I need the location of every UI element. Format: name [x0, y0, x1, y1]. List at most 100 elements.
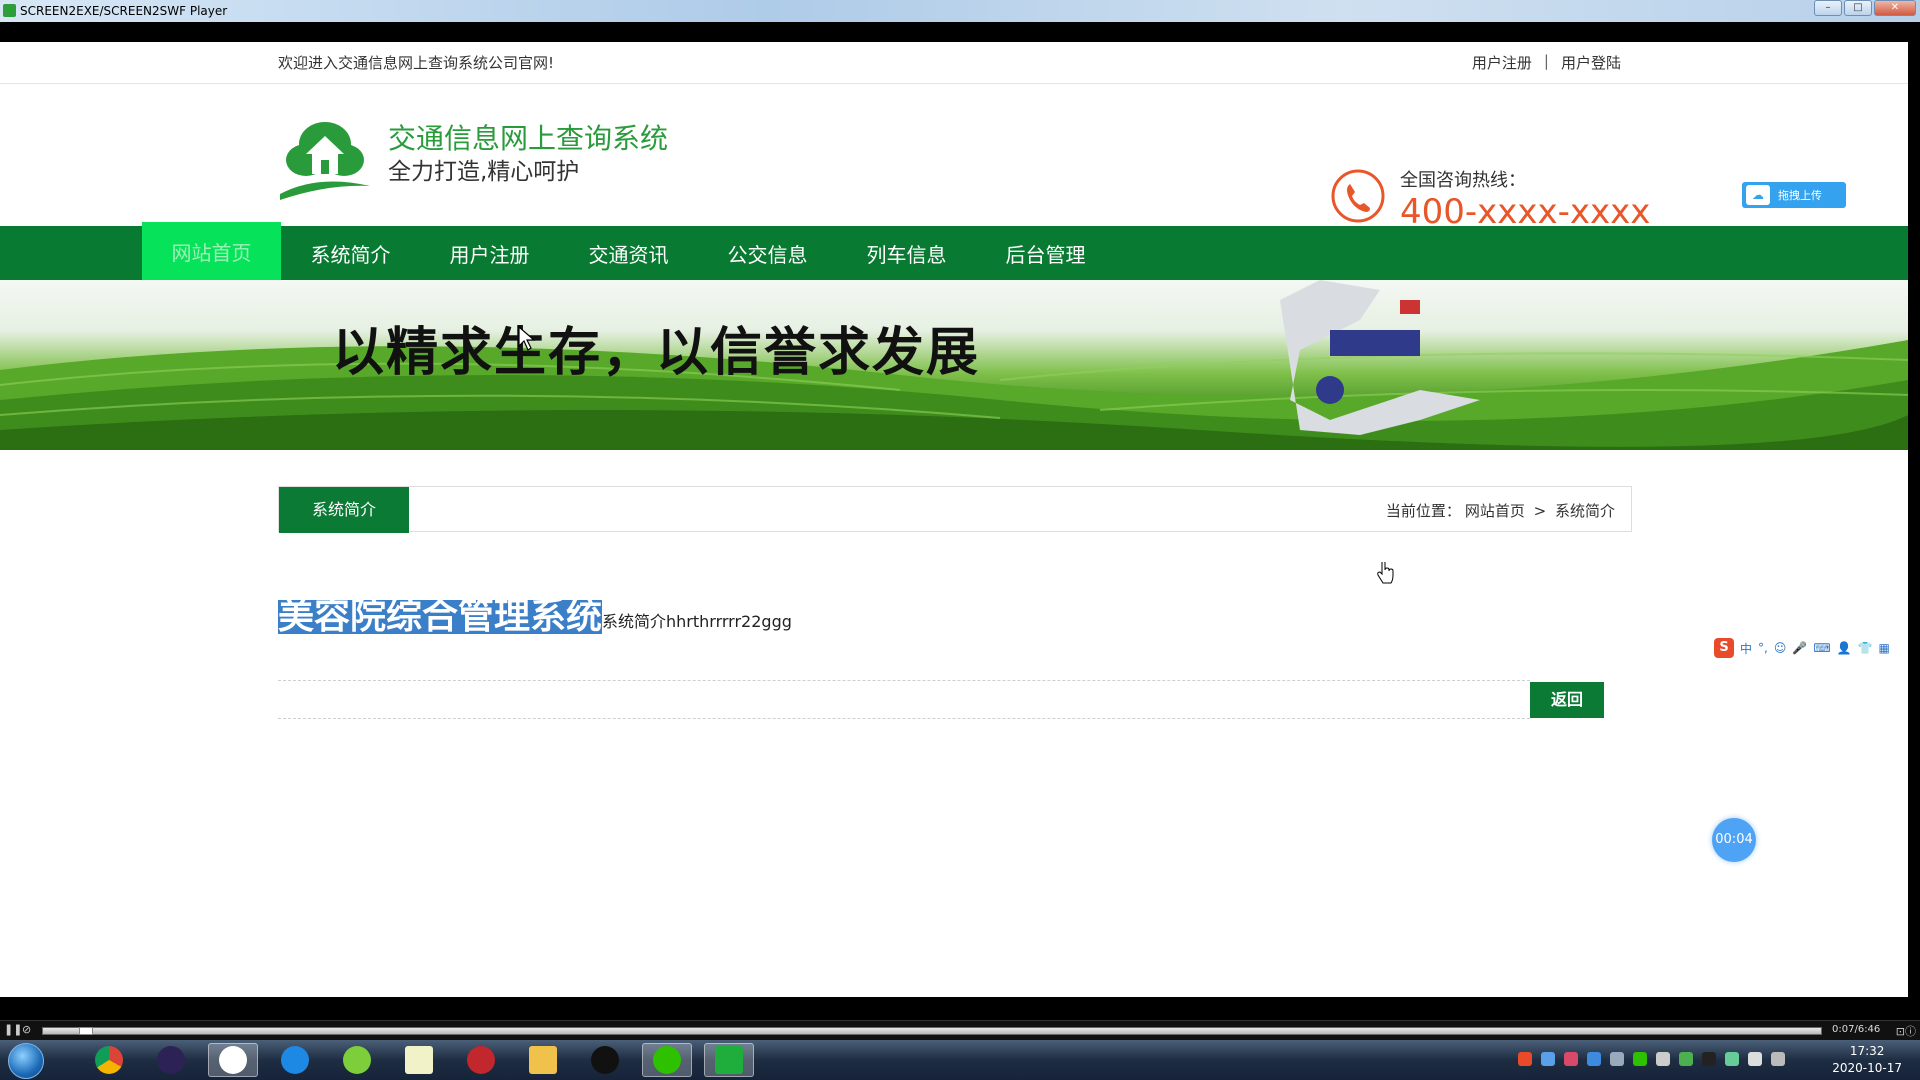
taskbar-clock[interactable]: 17:32 2020-10-17: [1832, 1043, 1902, 1077]
explorer-app[interactable]: [518, 1043, 568, 1077]
drag-upload-button[interactable]: ☁ 拖拽上传: [1742, 182, 1846, 208]
section-tab: 系统简介: [279, 487, 409, 533]
article: 美容院综合管理系统 系统简介hhrthrrrrr22ggg: [278, 599, 792, 635]
nav-item-system-intro[interactable]: 系统简介: [281, 226, 420, 280]
app-icon: [3, 4, 16, 17]
ime-user-icon[interactable]: 👤: [1837, 641, 1852, 655]
playback-progress[interactable]: [42, 1027, 1822, 1035]
playback-time: 0:07/6:46: [1832, 1024, 1881, 1035]
tray-icon-8[interactable]: [1679, 1052, 1693, 1066]
top-links: 用户注册 | 用户登陆: [1472, 52, 1621, 73]
hand-pointer-icon: [1377, 562, 1394, 584]
ime-emoji-icon[interactable]: ☺: [1774, 641, 1787, 655]
tray-icon-7[interactable]: [1656, 1052, 1670, 1066]
player-icon: [715, 1046, 743, 1074]
eclipse-icon: [157, 1046, 185, 1074]
player-controls: ❚❚ ⊘ 0:07/6:46 ⊡ⓘ: [0, 1020, 1920, 1040]
recording-timer[interactable]: 00:04: [1712, 818, 1756, 862]
mouse-pointer-icon: [518, 326, 536, 351]
clock-date: 2020-10-17: [1832, 1061, 1902, 1075]
minimize-button[interactable]: –: [1814, 0, 1842, 16]
ime-punctuation-icon[interactable]: °,: [1758, 641, 1768, 655]
screen2swf-app[interactable]: [704, 1043, 754, 1077]
flash-icon: [467, 1046, 495, 1074]
ime-voice-icon[interactable]: 🎤: [1792, 641, 1807, 655]
action-center-icon[interactable]: [1771, 1052, 1785, 1066]
chrome-app[interactable]: [84, 1043, 134, 1077]
playback-thumb[interactable]: [79, 1027, 93, 1035]
close-button[interactable]: ✕: [1874, 0, 1916, 16]
back-button[interactable]: 返回: [1530, 682, 1604, 718]
qq-tray-icon[interactable]: [1702, 1052, 1716, 1066]
nav-item-user-register[interactable]: 用户注册: [420, 226, 559, 280]
hotline-label: 全国咨询热线：: [1400, 170, 1526, 191]
site-slogan: 全力打造,精心呵护: [388, 159, 580, 185]
drag-upload-label: 拖拽上传: [1778, 189, 1822, 202]
ime-mode-toggle[interactable]: 中: [1740, 640, 1752, 657]
web-page: 欢迎进入交通信息网上查询系统公司官网! 用户注册 | 用户登陆 交通信息网上查询…: [0, 42, 1908, 997]
breadcrumb-prefix: 当前位置：: [1385, 502, 1461, 520]
login-link[interactable]: 用户登陆: [1561, 52, 1621, 73]
cloud-icon: ☁: [1746, 185, 1770, 205]
qq-icon: [591, 1046, 619, 1074]
ime-keyboard-icon[interactable]: ⌨: [1813, 641, 1830, 655]
ime-menu-icon[interactable]: ▦: [1879, 641, 1890, 655]
flash-app[interactable]: [456, 1043, 506, 1077]
house-logo-icon: [280, 122, 370, 200]
browser-app[interactable]: [270, 1043, 320, 1077]
wechat-app[interactable]: [642, 1043, 692, 1077]
start-button[interactable]: [8, 1043, 44, 1079]
phone-icon: [1331, 169, 1385, 223]
player-options-icon[interactable]: ⊡ⓘ: [1896, 1023, 1916, 1039]
hero-banner: 以精求生存，以信誉求发展: [0, 280, 1908, 450]
pause-icon[interactable]: ❚❚: [4, 1023, 22, 1037]
tray-icon-5[interactable]: [1610, 1052, 1624, 1066]
breadcrumb-current: 系统简介: [1554, 502, 1615, 520]
nav-item-home[interactable]: 网站首页: [142, 222, 281, 280]
green-app[interactable]: [332, 1043, 382, 1077]
ime-skin-icon[interactable]: 👕: [1858, 641, 1873, 655]
register-link[interactable]: 用户注册: [1472, 52, 1532, 73]
nav-item-traffic-news[interactable]: 交通资讯: [559, 226, 698, 280]
tray-icon-3[interactable]: [1564, 1052, 1578, 1066]
taskbar-apps: [84, 1043, 754, 1077]
clock-time: 17:32: [1849, 1044, 1885, 1058]
page-scrollbar[interactable]: [1908, 42, 1920, 997]
ime-toolbar: S 中 °, ☺ 🎤 ⌨ 👤 👕 ▦: [1712, 636, 1908, 660]
qq-app[interactable]: [580, 1043, 630, 1077]
chrome-icon: [95, 1046, 123, 1074]
window-title-bar: SCREEN2EXE/SCREEN2SWF Player – □ ✕: [0, 0, 1920, 22]
sogou-tray-icon[interactable]: [1518, 1052, 1532, 1066]
content-divider-bottom: [278, 718, 1530, 719]
article-body: 系统简介hhrthrrrrr22ggg: [602, 612, 792, 631]
nav-item-bus-info[interactable]: 公交信息: [698, 226, 837, 280]
baidu-netdisk-app[interactable]: [208, 1043, 258, 1077]
windows-taskbar: 17:32 2020-10-17: [0, 1040, 1920, 1080]
wechat-icon: [653, 1046, 681, 1074]
eclipse-app[interactable]: [146, 1043, 196, 1077]
system-tray: [1518, 1052, 1785, 1066]
welcome-text: 欢迎进入交通信息网上查询系统公司官网!: [278, 54, 555, 72]
section-header: 系统简介 当前位置： 网站首页 > 系统简介: [278, 486, 1632, 533]
main-nav: 网站首页 系统简介 用户注册 交通资讯 公交信息 列车信息 后台管理: [0, 222, 1908, 280]
browser-icon: [281, 1046, 309, 1074]
breadcrumb-home[interactable]: 网站首页: [1465, 502, 1525, 520]
editor-app[interactable]: [394, 1043, 444, 1077]
sogou-ime-icon[interactable]: S: [1714, 638, 1734, 658]
stop-icon[interactable]: ⊘: [22, 1023, 34, 1037]
nav-item-admin[interactable]: 后台管理: [976, 226, 1115, 280]
wechat-tray-icon[interactable]: [1633, 1052, 1647, 1066]
volume-icon[interactable]: [1748, 1052, 1762, 1066]
window-title: SCREEN2EXE/SCREEN2SWF Player: [20, 4, 228, 18]
banner-slogan: 以精求生存，以信誉求发展: [332, 322, 981, 383]
netdisk-icon: [219, 1046, 247, 1074]
tray-icon-2[interactable]: [1541, 1052, 1555, 1066]
breadcrumb: 当前位置： 网站首页 > 系统简介: [1384, 500, 1617, 521]
notepad-icon: [405, 1046, 433, 1074]
folder-icon: [529, 1046, 557, 1074]
player-frame: [0, 22, 1920, 42]
nav-item-train-info[interactable]: 列车信息: [837, 226, 976, 280]
shield-icon[interactable]: [1587, 1052, 1601, 1066]
network-icon[interactable]: [1725, 1052, 1739, 1066]
maximize-button[interactable]: □: [1844, 0, 1872, 16]
